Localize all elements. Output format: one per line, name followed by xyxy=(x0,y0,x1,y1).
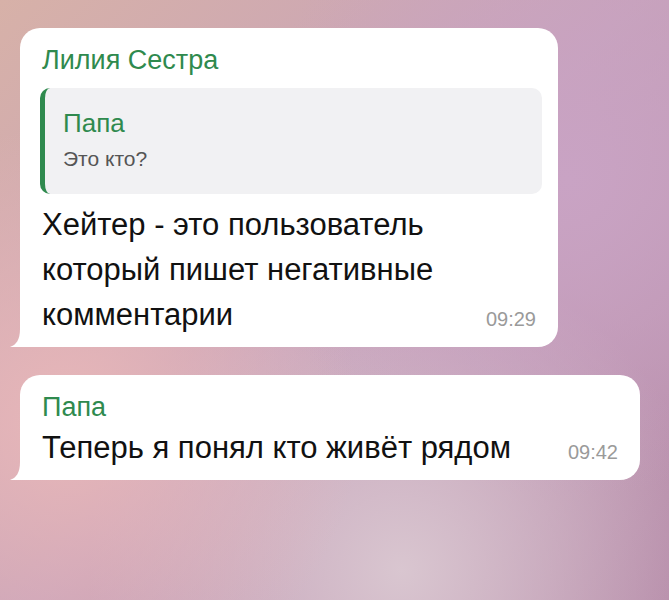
message-body: Хейтер - это пользователь который пишет … xyxy=(42,202,536,337)
message-bubble[interactable]: Папа Теперь я понял кто живёт рядом 09:42 xyxy=(20,375,640,480)
bubble-tail-icon xyxy=(10,329,24,347)
sender-name[interactable]: Лилия Сестра xyxy=(42,42,536,78)
message-text: Хейтер - это пользователь который пишет … xyxy=(42,207,433,332)
message-text: Теперь я понял кто живёт рядом xyxy=(42,430,511,465)
chat-screen: Лилия СестраПапаЭто кто?Хейтер - это пол… xyxy=(0,0,669,600)
sender-name[interactable]: Папа xyxy=(42,389,618,425)
message-body: Теперь я понял кто живёт рядом 09:42 xyxy=(42,425,618,470)
reply-text: Это кто? xyxy=(63,142,522,176)
message-time: 09:29 xyxy=(486,306,536,332)
message-list: Лилия СестраПапаЭто кто?Хейтер - это пол… xyxy=(0,0,669,480)
bubble-tail-icon xyxy=(10,462,24,480)
message-bubble[interactable]: Лилия Сестра ПапаЭто кто? Хейтер - это пол… xyxy=(20,28,558,347)
message-time: 09:42 xyxy=(568,439,618,465)
reply-sender: Папа xyxy=(63,104,522,142)
reply-quote[interactable]: ПапаЭто кто? xyxy=(40,88,542,194)
